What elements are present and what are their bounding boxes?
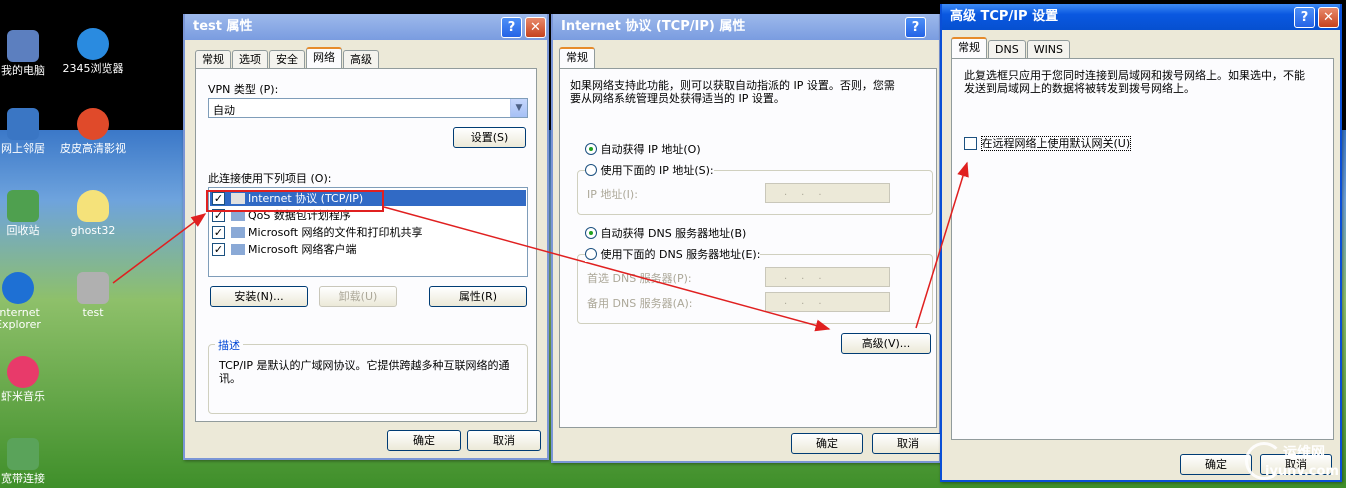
tab-networking[interactable]: 网络 (306, 47, 342, 68)
tab-general[interactable]: 常规 (559, 47, 595, 68)
tab-general[interactable]: 常规 (951, 37, 987, 58)
manual-ip-radio[interactable] (585, 164, 597, 176)
arrow-desktop-to-list (112, 213, 207, 284)
manual-dns-option[interactable]: 使用下面的 DNS 服务器地址(E): (585, 246, 761, 262)
arrow-advanced-to-checkbox (915, 161, 969, 329)
manual-dns-radio[interactable] (585, 248, 597, 260)
manual-ip-option[interactable]: 使用下面的 IP 地址(S): (585, 162, 714, 178)
annotation-arrows (112, 161, 969, 332)
manual-dns-label: 使用下面的 DNS 服务器地址(E): (600, 248, 761, 261)
manual-ip-label: 使用下面的 IP 地址(S): (600, 164, 714, 177)
arrow-tcpip-to-advanced (383, 206, 831, 332)
